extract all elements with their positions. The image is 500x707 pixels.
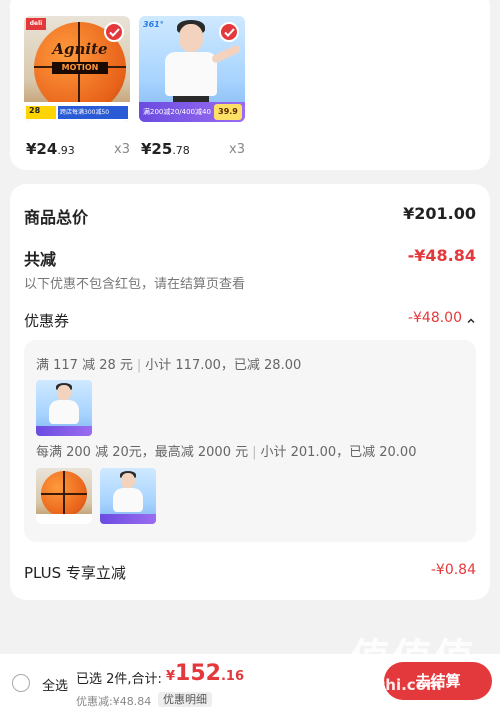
selected-count: 已选 2件,合计:	[76, 672, 162, 687]
chevron-up-icon[interactable]	[466, 311, 476, 330]
promo-strip: 满200减20/400减40 39.9	[139, 102, 245, 122]
product-price: ¥24.93	[26, 140, 75, 158]
selected-products-card: deli Agnite MOTION 28 跨店每满300减50 ¥24.93 …	[10, 0, 490, 170]
product-thumbnail[interactable]: deli Agnite MOTION 28 跨店每满300减50	[24, 16, 130, 122]
coupon-rule-2: 每满 200 减 20元，最高减 2000 元 | 小计 201.00，已减 20.…	[36, 445, 417, 460]
selected-check-icon[interactable]	[219, 22, 239, 42]
discount-detail-button[interactable]: 优惠明细	[158, 692, 212, 707]
product-quantity: x3	[114, 142, 130, 157]
plus-value: -¥0.84	[430, 562, 476, 578]
discount-summary: 优惠减:¥48.84	[76, 695, 152, 707]
select-all-label[interactable]: 全选	[42, 675, 68, 694]
selected-check-icon[interactable]	[104, 22, 124, 42]
coupon-rule-1: 满 117 减 28 元 | 小计 117.00，已减 28.00	[36, 358, 302, 373]
brand-logo: deli	[26, 18, 46, 30]
total-amount: ¥152.16	[166, 661, 245, 686]
watermark-url: zhizhi.com	[352, 676, 442, 694]
product-tshirt[interactable]: 361° 满200减20/400减40 39.9 ¥25.78 x3	[139, 16, 247, 158]
ball-brand: Agnite	[52, 40, 108, 58]
total-row: 商品总价 ¥201.00	[24, 204, 476, 228]
select-all-radio[interactable]	[12, 674, 30, 692]
reduce-value: -¥48.84	[407, 246, 476, 265]
coupon-value: -¥48.00	[407, 310, 462, 326]
product-quantity: x3	[229, 142, 245, 157]
plus-discount-row: PLUS 专享立减 -¥0.84	[24, 562, 476, 583]
price-summary-card: 商品总价 ¥201.00 共减 -¥48.84 以下优惠不包含红包，请在结算页查…	[10, 184, 490, 600]
coupon-item-tshirt-thumb	[36, 380, 92, 436]
reduce-hint: 以下优惠不包含红包，请在结算页查看	[24, 277, 246, 292]
ball-model: MOTION	[52, 62, 108, 74]
product-basketball[interactable]: deli Agnite MOTION 28 跨店每满300减50 ¥24.93 …	[24, 16, 132, 158]
reduce-row: 共减 -¥48.84	[24, 246, 476, 270]
brand-logo: 361°	[143, 20, 164, 29]
coupon-item-basketball-thumb	[36, 468, 92, 524]
total-value: ¥201.00	[403, 204, 476, 223]
reduce-label: 共减	[24, 250, 57, 269]
promo-strip: 28 跨店每满300减50	[24, 102, 130, 122]
coupon-row[interactable]: 优惠券 -¥48.00	[24, 310, 476, 331]
promo-text: 满200减20/400减40	[143, 108, 211, 116]
promo-text: 跨店每满300减50	[58, 106, 128, 119]
total-label: 商品总价	[24, 208, 89, 227]
tag-price: 28	[26, 106, 56, 119]
coupon-label: 优惠券	[24, 312, 70, 330]
coupon-item-tshirt-thumb	[100, 468, 156, 524]
plus-label: PLUS 专享立减	[24, 564, 126, 582]
product-thumbnail[interactable]: 361° 满200减20/400减40 39.9	[139, 16, 245, 122]
coupon-details-panel: 满 117 减 28 元 | 小计 117.00，已减 28.00 每满 200 减…	[24, 340, 476, 542]
model-image	[165, 52, 217, 96]
product-price: ¥25.78	[141, 140, 190, 158]
tag-price: 39.9	[214, 104, 242, 120]
